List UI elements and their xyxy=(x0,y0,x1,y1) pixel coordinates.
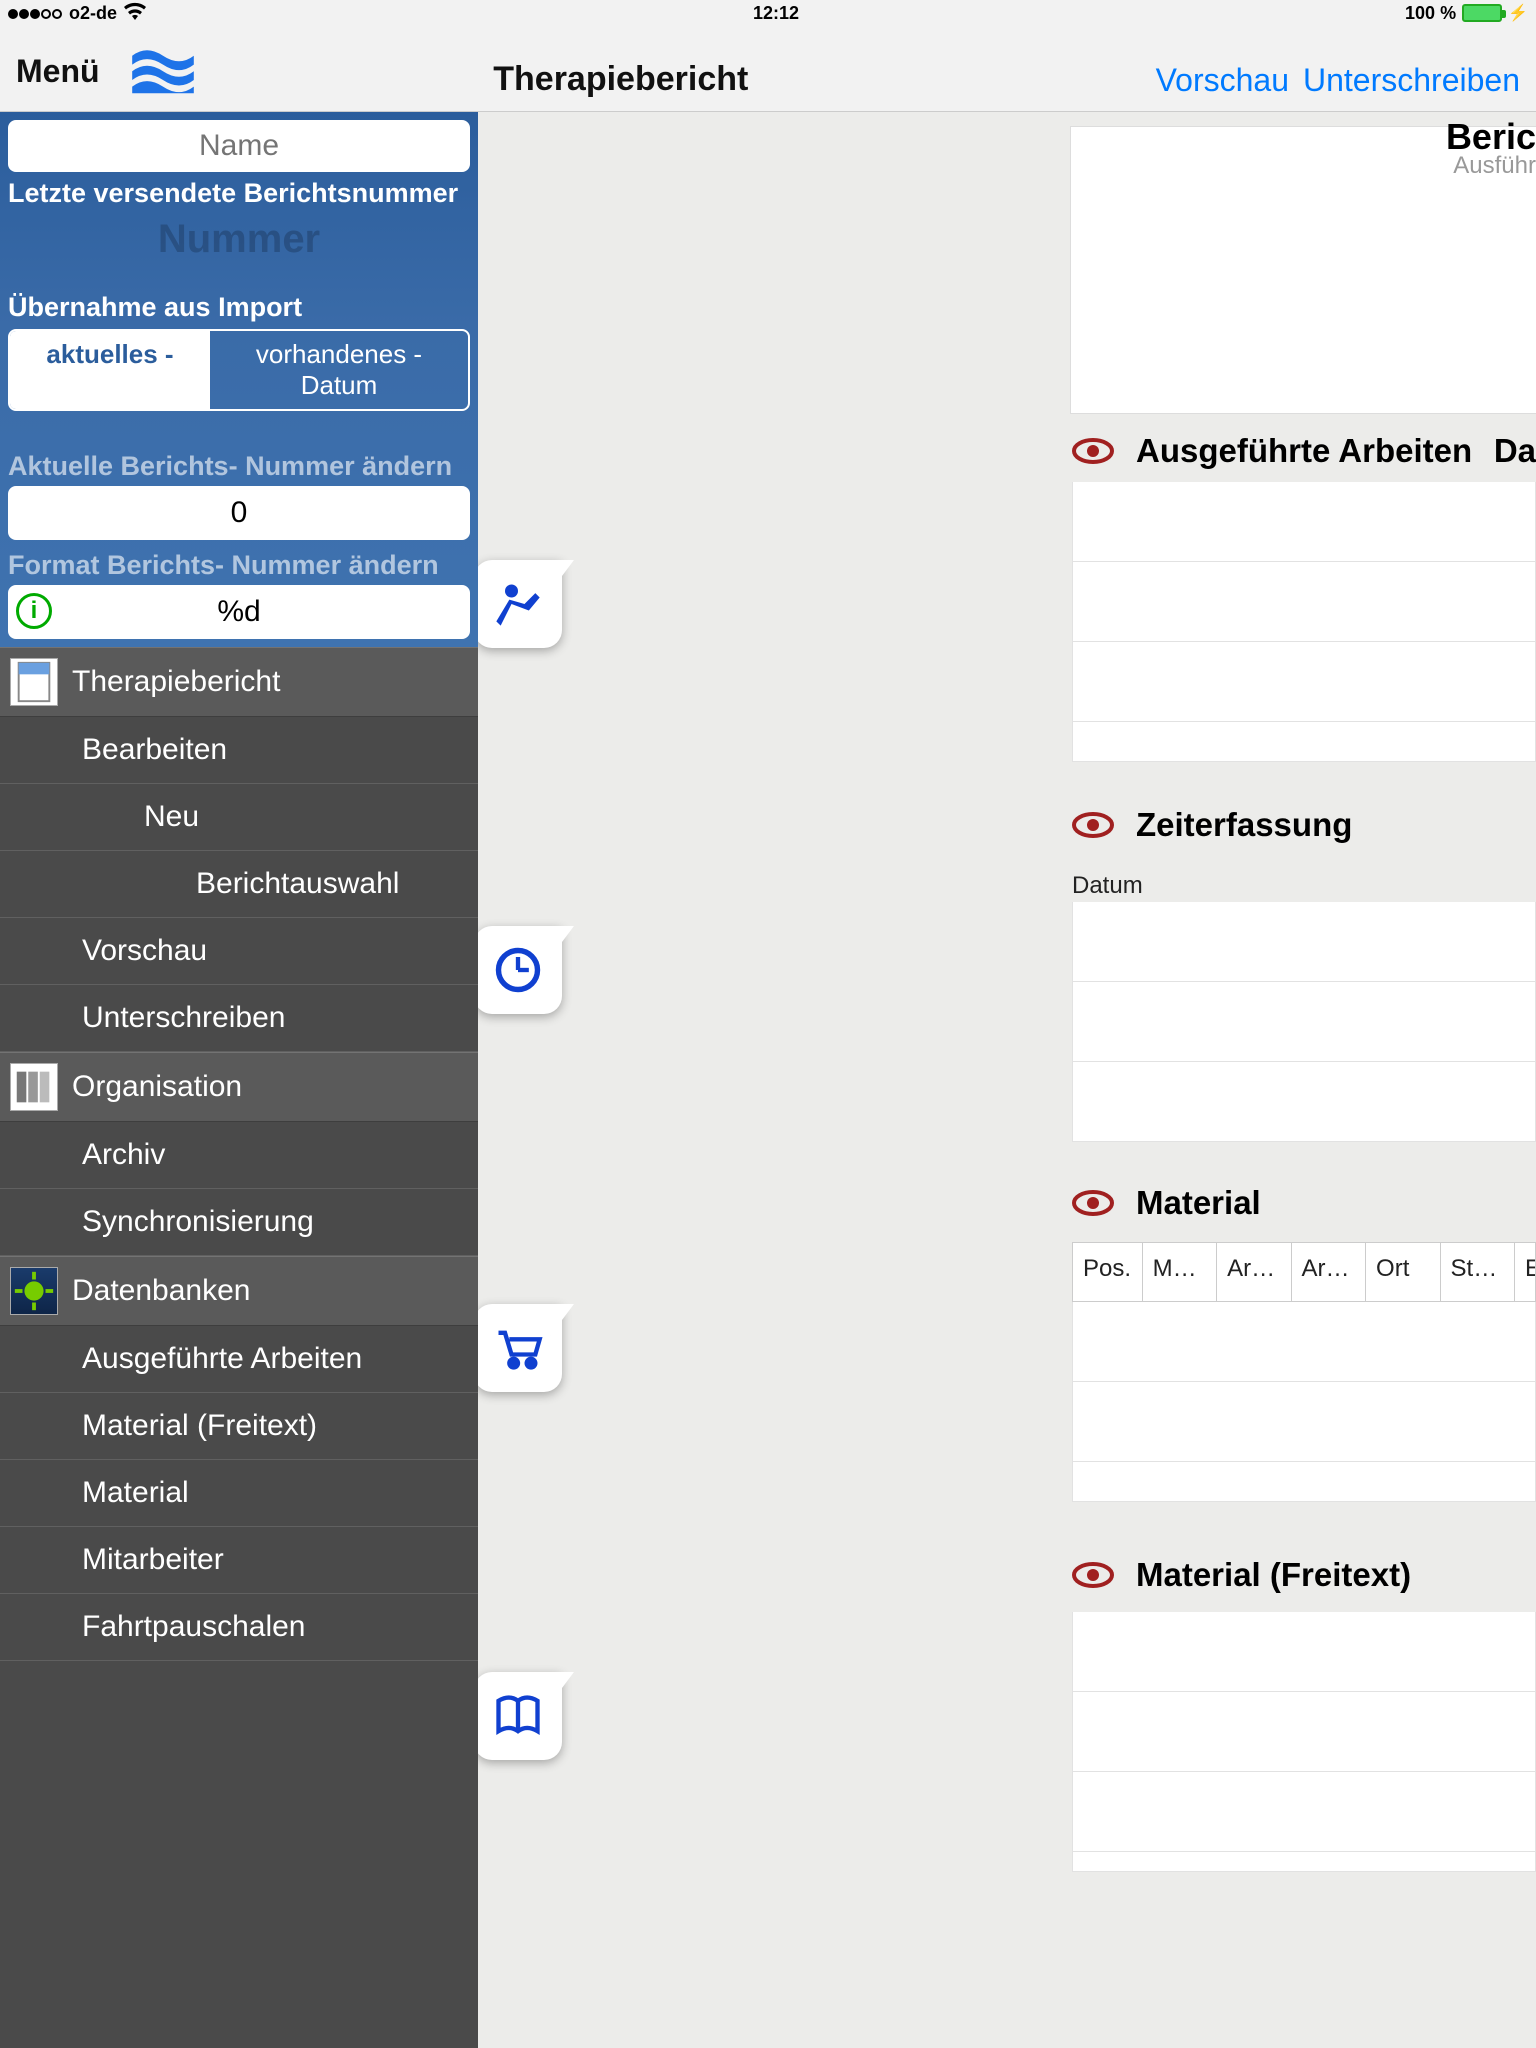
wifi-icon xyxy=(123,2,147,25)
eye-icon[interactable] xyxy=(1072,437,1114,465)
material-rows[interactable] xyxy=(1072,1302,1536,1502)
book-badge[interactable] xyxy=(478,1672,562,1760)
section-ausgefuehrte-arbeiten: Ausgeführte Arbeiten xyxy=(1072,432,1472,470)
content-area: Rechnungsadresse Beric Ausführ Ausgeführ… xyxy=(478,112,1536,2048)
carrier-label: o2-de xyxy=(69,3,117,24)
fmt-label: Format Berichts- Nummer ändern xyxy=(8,550,470,581)
worker-badge[interactable] xyxy=(478,560,562,648)
section-material: Material xyxy=(1072,1184,1261,1222)
item-archiv[interactable]: Archiv xyxy=(0,1122,478,1189)
battery-pct-label: 100 % xyxy=(1405,3,1456,24)
battery-icon xyxy=(1462,4,1502,22)
col-pos: Pos. xyxy=(1073,1243,1143,1301)
section-organisation[interactable]: Organisation xyxy=(0,1052,478,1122)
page-title: Therapiebericht xyxy=(493,60,748,98)
cart-badge[interactable] xyxy=(478,1304,562,1392)
section-zeiterfassung: Zeiterfassung xyxy=(1072,806,1352,844)
seg-vorhandenes[interactable]: vorhandenes - Datum xyxy=(210,331,468,409)
zeiterfassung-rows[interactable] xyxy=(1072,902,1536,1142)
material-freitext-rows[interactable] xyxy=(1072,1612,1536,1872)
sidebar: Letzte versendete Berichtsnummer Nummer … xyxy=(0,112,478,2048)
material-table-header: Pos. Menge Artikelnu… Artikelbe… Ort Ste… xyxy=(1072,1242,1536,1302)
datum-label: Datum xyxy=(1072,872,1143,900)
books-icon xyxy=(10,1063,58,1111)
format-input[interactable]: i %d xyxy=(8,585,470,639)
section-material-freitext: Material (Freitext) xyxy=(1072,1556,1411,1594)
eye-icon[interactable] xyxy=(1072,1189,1114,1217)
last-sent-label: Letzte versendete Berichtsnummer xyxy=(8,178,470,209)
col-einze: Einze xyxy=(1515,1243,1535,1301)
import-segmented[interactable]: aktuelles - vorhandenes - Datum xyxy=(8,329,470,411)
nummer-placeholder: Nummer xyxy=(8,215,470,272)
current-number-input[interactable]: 0 xyxy=(8,486,470,540)
clock-label: 12:12 xyxy=(753,3,799,24)
item-bearbeiten[interactable]: Bearbeiten xyxy=(0,717,478,784)
preview-button[interactable]: Vorschau xyxy=(1156,62,1289,99)
item-material[interactable]: Material xyxy=(0,1460,478,1527)
item-neu[interactable]: Neu xyxy=(0,784,478,851)
eye-icon[interactable] xyxy=(1072,811,1114,839)
name-input[interactable] xyxy=(8,120,470,172)
doc-icon xyxy=(10,658,58,706)
item-mat-freitext[interactable]: Material (Freitext) xyxy=(0,1393,478,1460)
item-vorschau[interactable]: Vorschau xyxy=(0,918,478,985)
item-berichtauswahl[interactable]: Berichtauswahl xyxy=(0,851,478,918)
col-artikelnu: Artikelnu… xyxy=(1217,1243,1291,1301)
ausfuehr-label: Ausführ xyxy=(1453,152,1536,180)
menu-button[interactable]: Menü xyxy=(16,53,100,90)
item-mitarbeiter[interactable]: Mitarbeiter xyxy=(0,1527,478,1594)
gear-icon xyxy=(10,1267,58,1315)
eye-icon[interactable] xyxy=(1072,1561,1114,1589)
import-label: Übernahme aus Import xyxy=(8,292,470,323)
wave-icon xyxy=(130,44,196,99)
clock-badge[interactable] xyxy=(478,926,562,1014)
charging-icon: ⚡ xyxy=(1508,3,1528,23)
nav-bar: Menü Therapiebericht Vorschau Unterschre… xyxy=(0,26,1536,112)
cur-num-label: Aktuelle Berichts- Nummer ändern xyxy=(8,451,470,482)
status-bar: o2-de 12:12 100 % ⚡ xyxy=(0,0,1536,26)
sign-button[interactable]: Unterschreiben xyxy=(1303,62,1520,99)
col-artikelbe: Artikelbe… xyxy=(1292,1243,1366,1301)
col-ort: Ort xyxy=(1366,1243,1440,1301)
col-steuers: Steuers… xyxy=(1441,1243,1515,1301)
item-unterschreiben[interactable]: Unterschreiben xyxy=(0,985,478,1052)
section-therapiebericht[interactable]: Therapiebericht xyxy=(0,647,478,717)
item-sync[interactable]: Synchronisierung xyxy=(0,1189,478,1256)
info-icon[interactable]: i xyxy=(16,593,52,629)
col-menge: Menge xyxy=(1143,1243,1217,1301)
item-ausgefuehrte[interactable]: Ausgeführte Arbeiten xyxy=(0,1326,478,1393)
ausgefuehrte-rows[interactable] xyxy=(1072,482,1536,762)
item-fahrt[interactable]: Fahrtpauschalen xyxy=(0,1594,478,1661)
da-heading: Da xyxy=(1494,432,1536,470)
seg-aktuelles[interactable]: aktuelles - xyxy=(10,331,210,409)
section-datenbanken[interactable]: Datenbanken xyxy=(0,1256,478,1326)
signal-dots-icon xyxy=(8,3,63,24)
